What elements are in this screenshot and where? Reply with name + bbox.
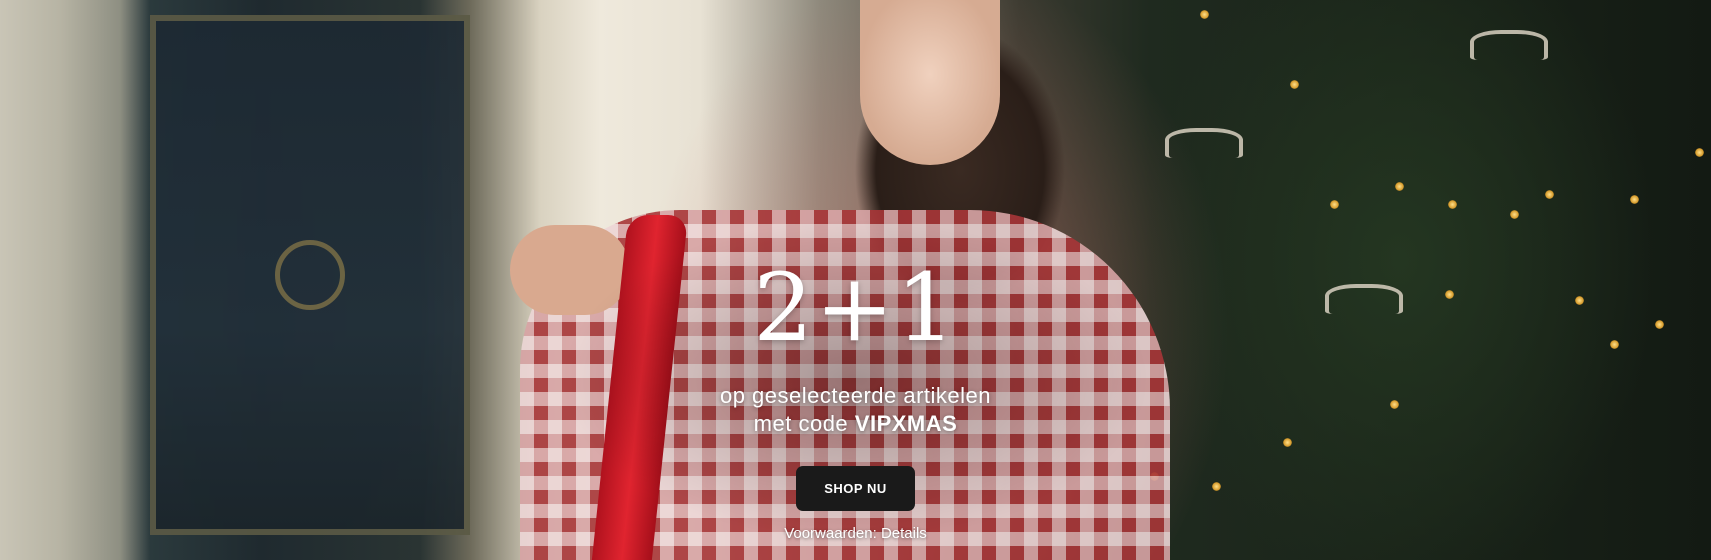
- promo-headline: 2+1: [753, 254, 958, 363]
- promo-code-prefix: met code: [753, 411, 849, 436]
- shop-now-button[interactable]: SHOP NU: [796, 466, 915, 511]
- promo-code: VIPXMAS: [854, 411, 958, 436]
- promo-content: 2+1 op geselecteerde artikelen met code …: [0, 254, 1711, 543]
- promo-subline: op geselecteerde artikelen met code VIPX…: [0, 382, 1711, 438]
- terms-line: Voorwaarden: Details: [0, 525, 1711, 542]
- terms-details-link[interactable]: Details: [881, 525, 927, 542]
- hero-banner[interactable]: 2+1 op geselecteerde artikelen met code …: [0, 0, 1711, 560]
- promo-subline-line2: met code VIPXMAS: [0, 410, 1711, 438]
- promo-subline-line1: op geselecteerde artikelen: [719, 383, 992, 408]
- terms-label: Voorwaarden:: [784, 525, 877, 542]
